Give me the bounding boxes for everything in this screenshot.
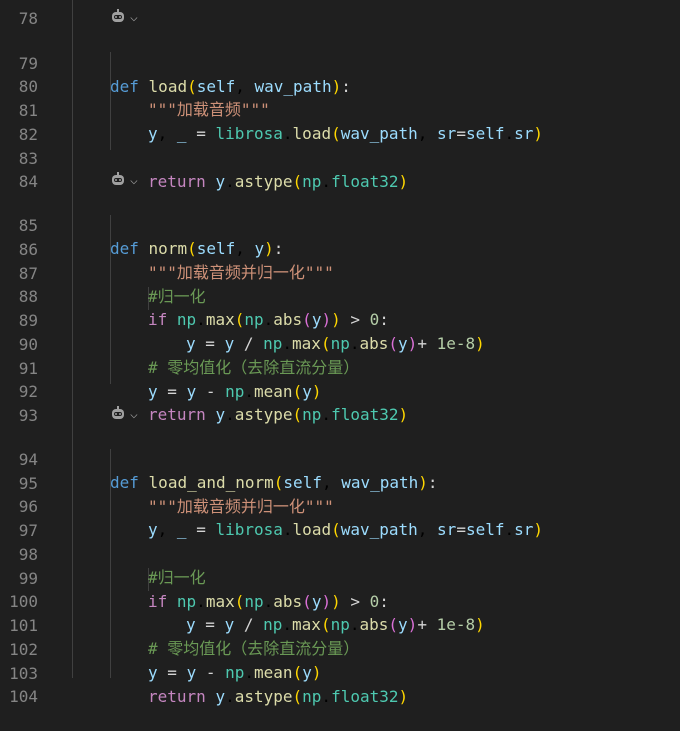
copilot-robot-icon[interactable] (110, 405, 126, 421)
code-line[interactable]: 98 #归一化 (0, 520, 680, 587)
code-text: return y.astype(np.float32) (148, 172, 409, 191)
code-text: return y.astype(np.float32) (148, 405, 409, 424)
code-line[interactable]: 95 """加载音频并归一化""" (0, 449, 680, 516)
code-line[interactable]: 102 y = y - np.mean(y) (0, 615, 680, 682)
line-number: 93 (18, 406, 38, 425)
code-editor[interactable]: ⌵ ⌵ ⌵ 78 79 def load(self, wav_path): 80… (0, 0, 680, 706)
copilot-robot-icon[interactable] (110, 8, 126, 24)
code-line[interactable]: 89 y = y / np.max(np.abs(y)+ 1e-8) (0, 286, 680, 353)
code-line[interactable]: 101 # 零均值化（去除直流分量） (0, 591, 680, 658)
line-number: 78 (18, 9, 38, 28)
code-line[interactable]: 83 return y.astype(np.float32) (0, 124, 680, 191)
code-line[interactable]: 104 (0, 662, 680, 706)
code-line[interactable]: 99 if np.max(np.abs(y)) > 0: (0, 544, 680, 611)
code-line[interactable]: 84 (0, 147, 680, 191)
chevron-down-icon[interactable]: ⌵ (130, 173, 138, 188)
chevron-down-icon[interactable]: ⌵ (130, 407, 138, 422)
code-line[interactable]: 82 (0, 100, 680, 144)
code-line[interactable]: 94 def load_and_norm(self, wav_path): (0, 425, 680, 492)
code-line[interactable]: 86 """加载音频并归一化""" (0, 215, 680, 282)
line-number: 84 (18, 172, 38, 191)
code-line[interactable]: 103 return y.astype(np.float32) (0, 639, 680, 706)
code-line[interactable]: 93 (0, 381, 680, 425)
code-text: return y.astype(np.float32) (148, 687, 409, 706)
code-line[interactable]: 87 #归一化 (0, 239, 680, 306)
codelens[interactable]: ⌵ (110, 169, 138, 192)
code-line[interactable]: 85 def norm(self, y): (0, 191, 680, 258)
code-line[interactable]: 96 y, _ = librosa.load(wav_path, sr=self… (0, 472, 680, 539)
line-number: 104 (9, 687, 38, 706)
code-line[interactable]: 92 return y.astype(np.float32) (0, 357, 680, 424)
code-line[interactable]: 100 y = y / np.max(np.abs(y)+ 1e-8) (0, 567, 680, 634)
code-line[interactable]: 80 """加载音频""" (0, 52, 680, 119)
code-line[interactable]: 90 # 零均值化（去除直流分量） (0, 310, 680, 377)
code-line[interactable]: 91 y = y - np.mean(y) (0, 334, 680, 401)
code-line[interactable]: 81 y, _ = librosa.load(wav_path, sr=self… (0, 76, 680, 143)
chevron-down-icon[interactable]: ⌵ (130, 10, 138, 25)
code-line[interactable]: 78 (0, 0, 680, 28)
codelens[interactable]: ⌵ (110, 6, 138, 29)
code-line[interactable]: 97 (0, 496, 680, 540)
codelens[interactable]: ⌵ (110, 403, 138, 426)
copilot-robot-icon[interactable] (110, 171, 126, 187)
code-line[interactable]: 79 def load(self, wav_path): (0, 29, 680, 96)
code-line[interactable]: 88 if np.max(np.abs(y)) > 0: (0, 262, 680, 329)
